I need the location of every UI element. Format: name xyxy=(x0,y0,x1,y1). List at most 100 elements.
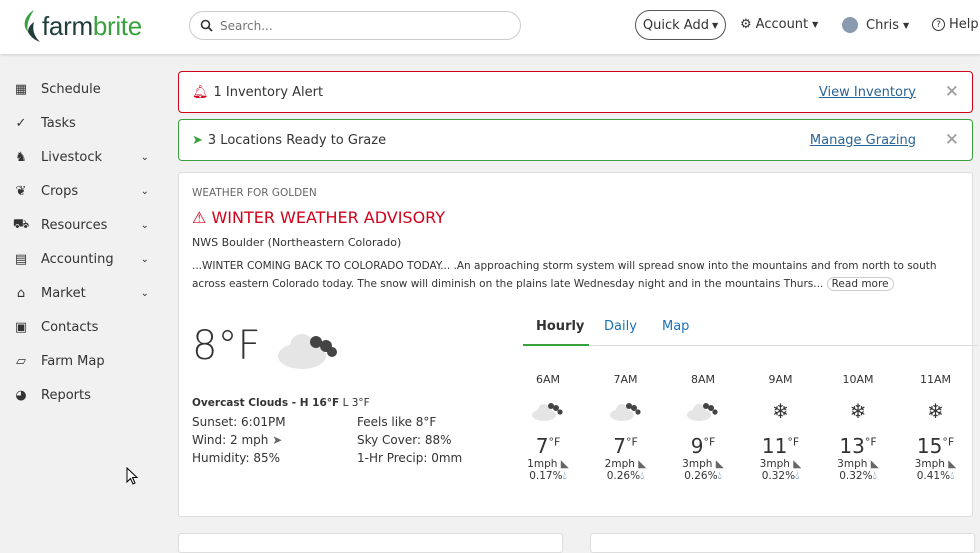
sidebar: ▦ Schedule ✓ Tasks ♞ Livestock ⌄ ❦ Crops ⌄ ⛟ Resour… xyxy=(0,54,167,541)
wind-direction-icon: ◣ xyxy=(948,458,957,470)
chevron-down-icon: ⌄ xyxy=(140,151,149,163)
precip-chance: 0.32% xyxy=(839,470,873,482)
precip-chance: 0.32% xyxy=(761,470,796,482)
tab-hourly[interactable]: Hourly xyxy=(536,319,584,334)
hour-wind: 3mph ◣ xyxy=(906,458,966,470)
sidebar-item-reports[interactable]: ◕ Reports xyxy=(0,380,167,410)
wind-speed: 3mph xyxy=(759,458,790,470)
hourly-forecast-item: 9AM ❄ 11°F 3mph ◣ 0.32%💧︎ xyxy=(751,373,811,483)
user-menu[interactable]: Chris ▼ xyxy=(842,17,909,33)
forecast-tabs: Hourly Daily Map xyxy=(523,313,978,346)
advisory-source: NWS Boulder (Northeastern Colorado) xyxy=(192,236,402,249)
quick-add-button[interactable]: Quick Add ▼ xyxy=(635,10,726,40)
wind-direction-icon: ➤ xyxy=(272,433,283,447)
raindrop-icon: 💧︎ xyxy=(640,470,645,482)
brand-text: farm xyxy=(42,10,93,41)
close-icon[interactable]: ✕ xyxy=(945,130,959,150)
precip-chance: 0.26% xyxy=(684,470,718,482)
advisory-summary: ...WINTER COMING BACK TO COLORADO TODAY.… xyxy=(192,260,937,290)
close-icon[interactable]: ✕ xyxy=(945,82,959,102)
top-header: farmbrite Quick Add▼ ⚙Account▼ Chris▼ ?H… xyxy=(0,0,980,54)
brand-text: brite xyxy=(92,10,142,41)
wind: Wind: 2 mph xyxy=(192,433,269,447)
sidebar-item-schedule[interactable]: ▦ Schedule xyxy=(0,74,167,104)
caret-down-icon: ▼ xyxy=(903,20,910,30)
precip-chance: 0.26% xyxy=(606,470,641,482)
raindrop-icon: 💧︎ xyxy=(795,470,800,482)
horse-icon: ♞ xyxy=(15,149,27,165)
sidebar-item-crops[interactable]: ❦ Crops ⌄ xyxy=(0,176,167,206)
wind-speed: 2mph xyxy=(604,458,635,470)
search-input[interactable] xyxy=(220,18,500,33)
wind-direction-icon: ◣ xyxy=(793,458,802,470)
raindrop-icon: 💧︎ xyxy=(950,470,955,482)
calendar-icon: ▦ xyxy=(14,81,28,97)
sidebar-item-label: Market xyxy=(41,285,86,301)
snowflake-icon: ❄ xyxy=(772,399,789,423)
sky-cover: Sky Cover: 88% xyxy=(357,433,452,447)
avatar xyxy=(842,17,858,33)
wind-speed: 3mph xyxy=(837,458,868,470)
search-icon xyxy=(200,19,213,32)
sidebar-item-resources[interactable]: ⛟ Resources ⌄ xyxy=(0,210,167,240)
snowflake-icon: ❄ xyxy=(849,399,867,423)
precipitation: 1-Hr Precip: 0mm xyxy=(357,451,463,465)
hour-precip: 0.32%💧︎ xyxy=(751,470,811,483)
tab-daily[interactable]: Daily xyxy=(604,319,637,334)
temp-value: 13 xyxy=(839,434,865,458)
hourly-forecast-item: 11AM ❄ 15°F 3mph ◣ 0.41%💧︎ xyxy=(906,373,966,483)
warning-icon: ⚠ xyxy=(192,208,207,227)
search-box[interactable] xyxy=(189,11,521,40)
hour-precip: 0.32%💧︎ xyxy=(828,470,888,483)
temp-value: 7 xyxy=(613,434,626,458)
account-menu[interactable]: ⚙ Account ▼ xyxy=(740,17,818,32)
view-inventory-link[interactable]: View Inventory xyxy=(819,85,916,100)
farmbrite-logo[interactable]: farmbrite xyxy=(20,8,142,44)
hour-label: 9AM xyxy=(768,373,793,386)
location-arrow-icon: ➤ xyxy=(192,132,203,148)
account-label: Account xyxy=(755,17,809,32)
hour-precip: 0.17%💧︎ xyxy=(518,470,578,483)
dashboard-card xyxy=(178,533,563,553)
temp-unit: °F xyxy=(864,435,877,449)
grazing-alert: ➤ 3 Locations Ready to Graze Manage Graz… xyxy=(178,119,973,161)
map-icon: ▱ xyxy=(16,353,26,369)
hour-temp: 15°F xyxy=(906,434,966,458)
help-link[interactable]: ? Help xyxy=(932,17,979,32)
sidebar-item-label: Resources xyxy=(41,217,108,233)
calculator-icon: ▤ xyxy=(14,251,28,267)
sidebar-item-label: Crops xyxy=(41,183,79,199)
temp-value: 7 xyxy=(535,434,549,458)
alert-text: 3 Locations Ready to Graze xyxy=(207,132,387,148)
sidebar-item-label: Farm Map xyxy=(41,353,105,369)
cloudy-icon xyxy=(518,394,578,428)
sidebar-item-accounting[interactable]: ▤ Accounting ⌄ xyxy=(0,244,167,274)
help-label: Help xyxy=(949,17,979,32)
wind-speed: 1mph xyxy=(527,458,558,470)
temp-unit: °F xyxy=(787,435,800,449)
pie-chart-icon: ◕ xyxy=(15,387,27,403)
sidebar-item-contacts[interactable]: ▣ Contacts xyxy=(0,312,167,342)
hour-wind: 1mph ◣ xyxy=(518,458,578,470)
inventory-alert: 🔔︎ 1 Inventory Alert View Inventory ✕ xyxy=(178,71,973,113)
gear-icon: ⚙ xyxy=(740,17,752,32)
dashboard-card xyxy=(590,533,975,553)
temp-unit: °F xyxy=(625,435,638,449)
hour-label: 7AM xyxy=(613,373,638,386)
wind-speed: 3mph xyxy=(914,458,945,470)
hourly-forecast-item: 6AM 7°F 1mph ◣ 0.17%💧︎ xyxy=(518,373,578,483)
tab-map[interactable]: Map xyxy=(662,319,689,334)
sidebar-item-tasks[interactable]: ✓ Tasks xyxy=(0,108,167,138)
sidebar-item-farm-map[interactable]: ▱ Farm Map xyxy=(0,346,167,376)
sidebar-item-label: Contacts xyxy=(41,319,99,335)
check-circle-icon: ✓ xyxy=(15,115,27,131)
raindrop-icon: 💧︎ xyxy=(717,470,722,482)
hour-temp: 7°F xyxy=(518,434,578,458)
sidebar-item-livestock[interactable]: ♞ Livestock ⌄ xyxy=(0,142,167,172)
read-more-button[interactable]: Read more xyxy=(826,277,894,291)
weather-location: WEATHER FOR GOLDEN xyxy=(192,187,317,199)
wind-direction-icon: ◣ xyxy=(560,458,569,470)
tractor-icon: ⛟ xyxy=(12,216,30,232)
manage-grazing-link[interactable]: Manage Grazing xyxy=(810,133,916,148)
sidebar-item-market[interactable]: ⌂ Market ⌄ xyxy=(0,278,167,308)
